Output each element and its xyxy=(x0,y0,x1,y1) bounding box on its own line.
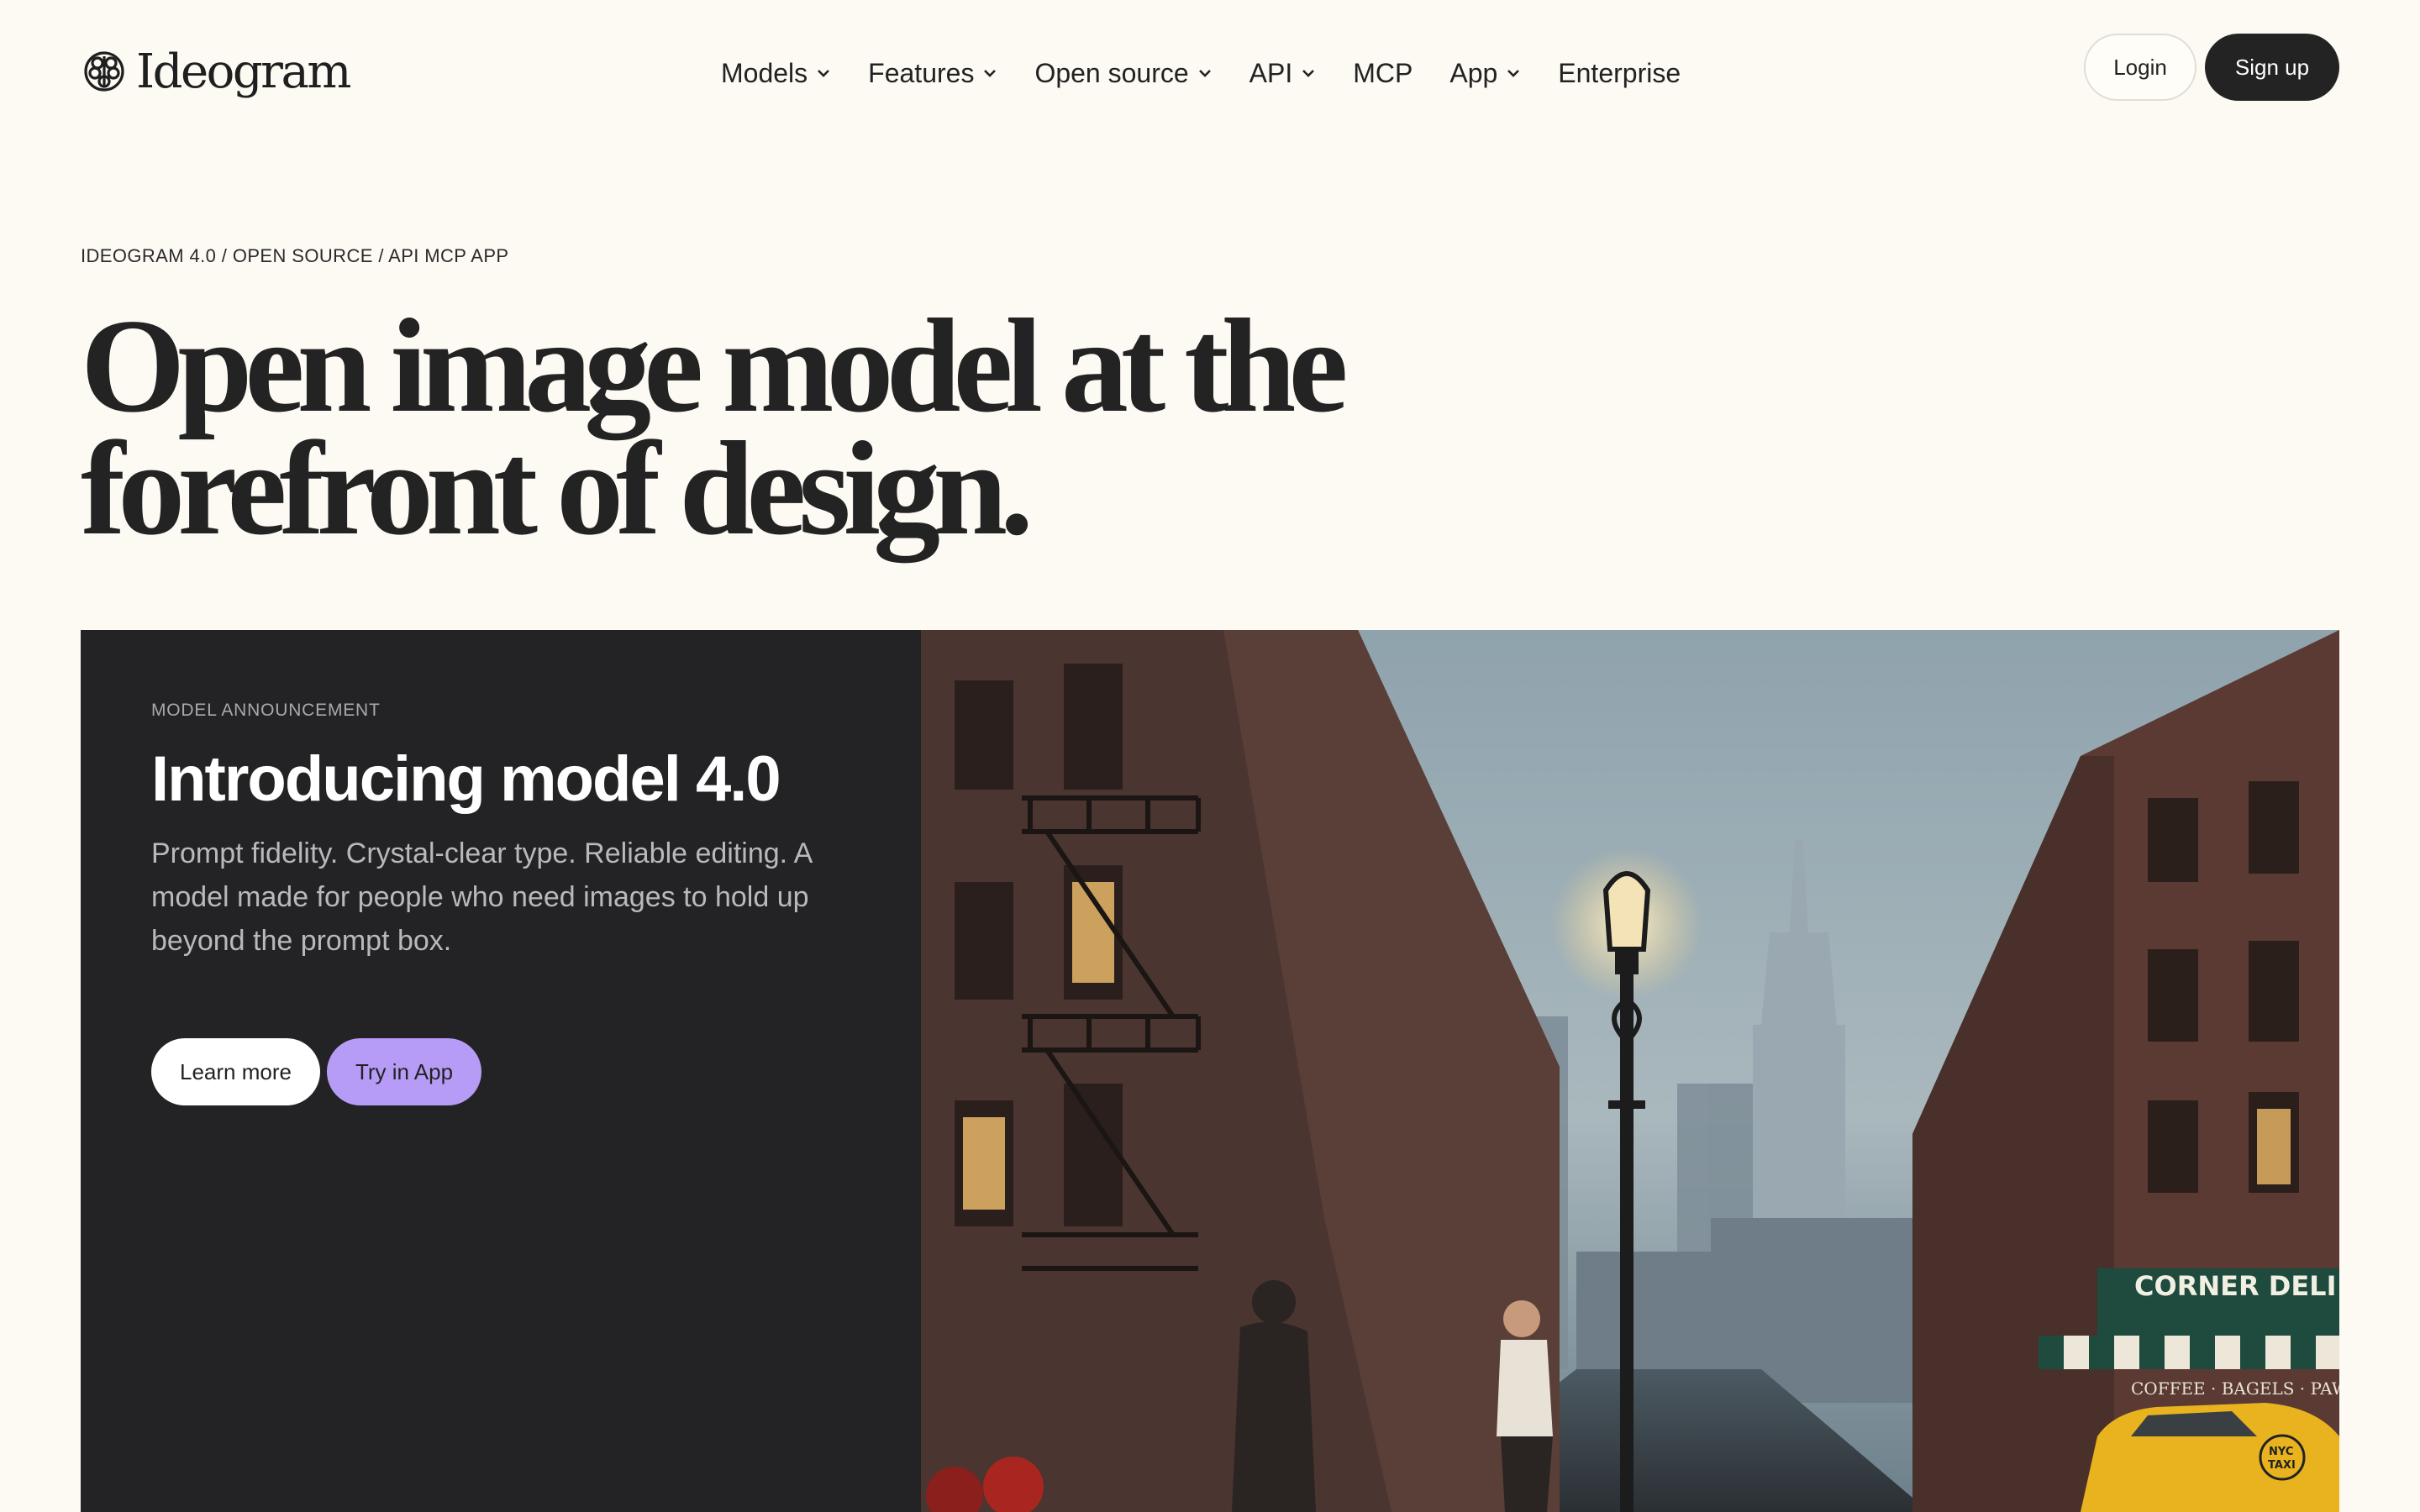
try-in-app-button[interactable]: Try in App xyxy=(326,1038,482,1105)
page-headline: Open image model at the forefront of des… xyxy=(81,298,1425,555)
nav-api[interactable]: API xyxy=(1249,58,1317,89)
chevron-down-icon xyxy=(818,70,830,77)
nav-label: API xyxy=(1249,57,1293,88)
headline-line-2: forefront of design. xyxy=(81,413,1034,563)
taxi-badge-line-2: TAXI xyxy=(2268,1459,2296,1472)
learn-more-button[interactable]: Learn more xyxy=(151,1038,320,1105)
announcement-eyebrow: MODEL ANNOUNCEMENT xyxy=(151,701,381,720)
chevron-down-icon xyxy=(984,70,997,77)
chevron-down-icon xyxy=(1302,70,1315,77)
announcement-card: MODEL ANNOUNCEMENT Introducing model 4.0… xyxy=(81,630,2339,1512)
announcement-description: Prompt fidelity. Crystal-clear type. Rel… xyxy=(151,837,812,957)
page: Ideogram Models Features Open source API… xyxy=(0,0,2420,1512)
login-button[interactable]: Login xyxy=(2084,34,2196,101)
nav-label: Models xyxy=(721,57,808,88)
chevron-down-icon xyxy=(1198,70,1211,77)
nav-models[interactable]: Models xyxy=(721,58,831,89)
nav-app[interactable]: App xyxy=(1449,58,1521,89)
brain-logo-icon xyxy=(84,51,124,92)
nav-mcp[interactable]: MCP xyxy=(1353,58,1413,89)
nav-label: MCP xyxy=(1353,57,1413,88)
announcement-title: Introducing model 4.0 xyxy=(151,743,781,815)
sign-up-button[interactable]: Sign up xyxy=(2205,34,2339,101)
taxi-badge-line-1: NYC xyxy=(2269,1446,2293,1458)
chevron-down-icon xyxy=(1507,70,1520,77)
announcement-actions: Learn more Try in App xyxy=(151,1038,482,1105)
nav-features[interactable]: Features xyxy=(868,58,997,89)
nav-label: App xyxy=(1449,57,1498,88)
nav-label: Enterprise xyxy=(1558,57,1681,88)
nav-label: Features xyxy=(868,57,975,88)
nav-label: Open source xyxy=(1034,57,1189,88)
hero-image: CORNER DELI COFFEE · BAGELS · PAWNED xyxy=(921,630,2339,1512)
deli-sign-text: CORNER DELI xyxy=(2134,1270,2336,1302)
main-nav: Models Features Open source API MCP App xyxy=(721,50,1681,96)
breadcrumb: IDEOGRAM 4.0 / OPEN SOURCE / API MCP APP xyxy=(81,245,509,266)
logo-text: Ideogram xyxy=(136,44,351,99)
site-header: Ideogram Models Features Open source API… xyxy=(0,0,2420,146)
awning-text: COFFEE · BAGELS · PAWNED xyxy=(2131,1378,2339,1399)
nav-enterprise[interactable]: Enterprise xyxy=(1558,58,1681,89)
logo[interactable]: Ideogram xyxy=(81,42,351,101)
announcement-panel: MODEL ANNOUNCEMENT Introducing model 4.0… xyxy=(81,630,921,1512)
street-scene-illustration: CORNER DELI COFFEE · BAGELS · PAWNED xyxy=(921,630,2339,1512)
nav-open-source[interactable]: Open source xyxy=(1034,58,1212,89)
